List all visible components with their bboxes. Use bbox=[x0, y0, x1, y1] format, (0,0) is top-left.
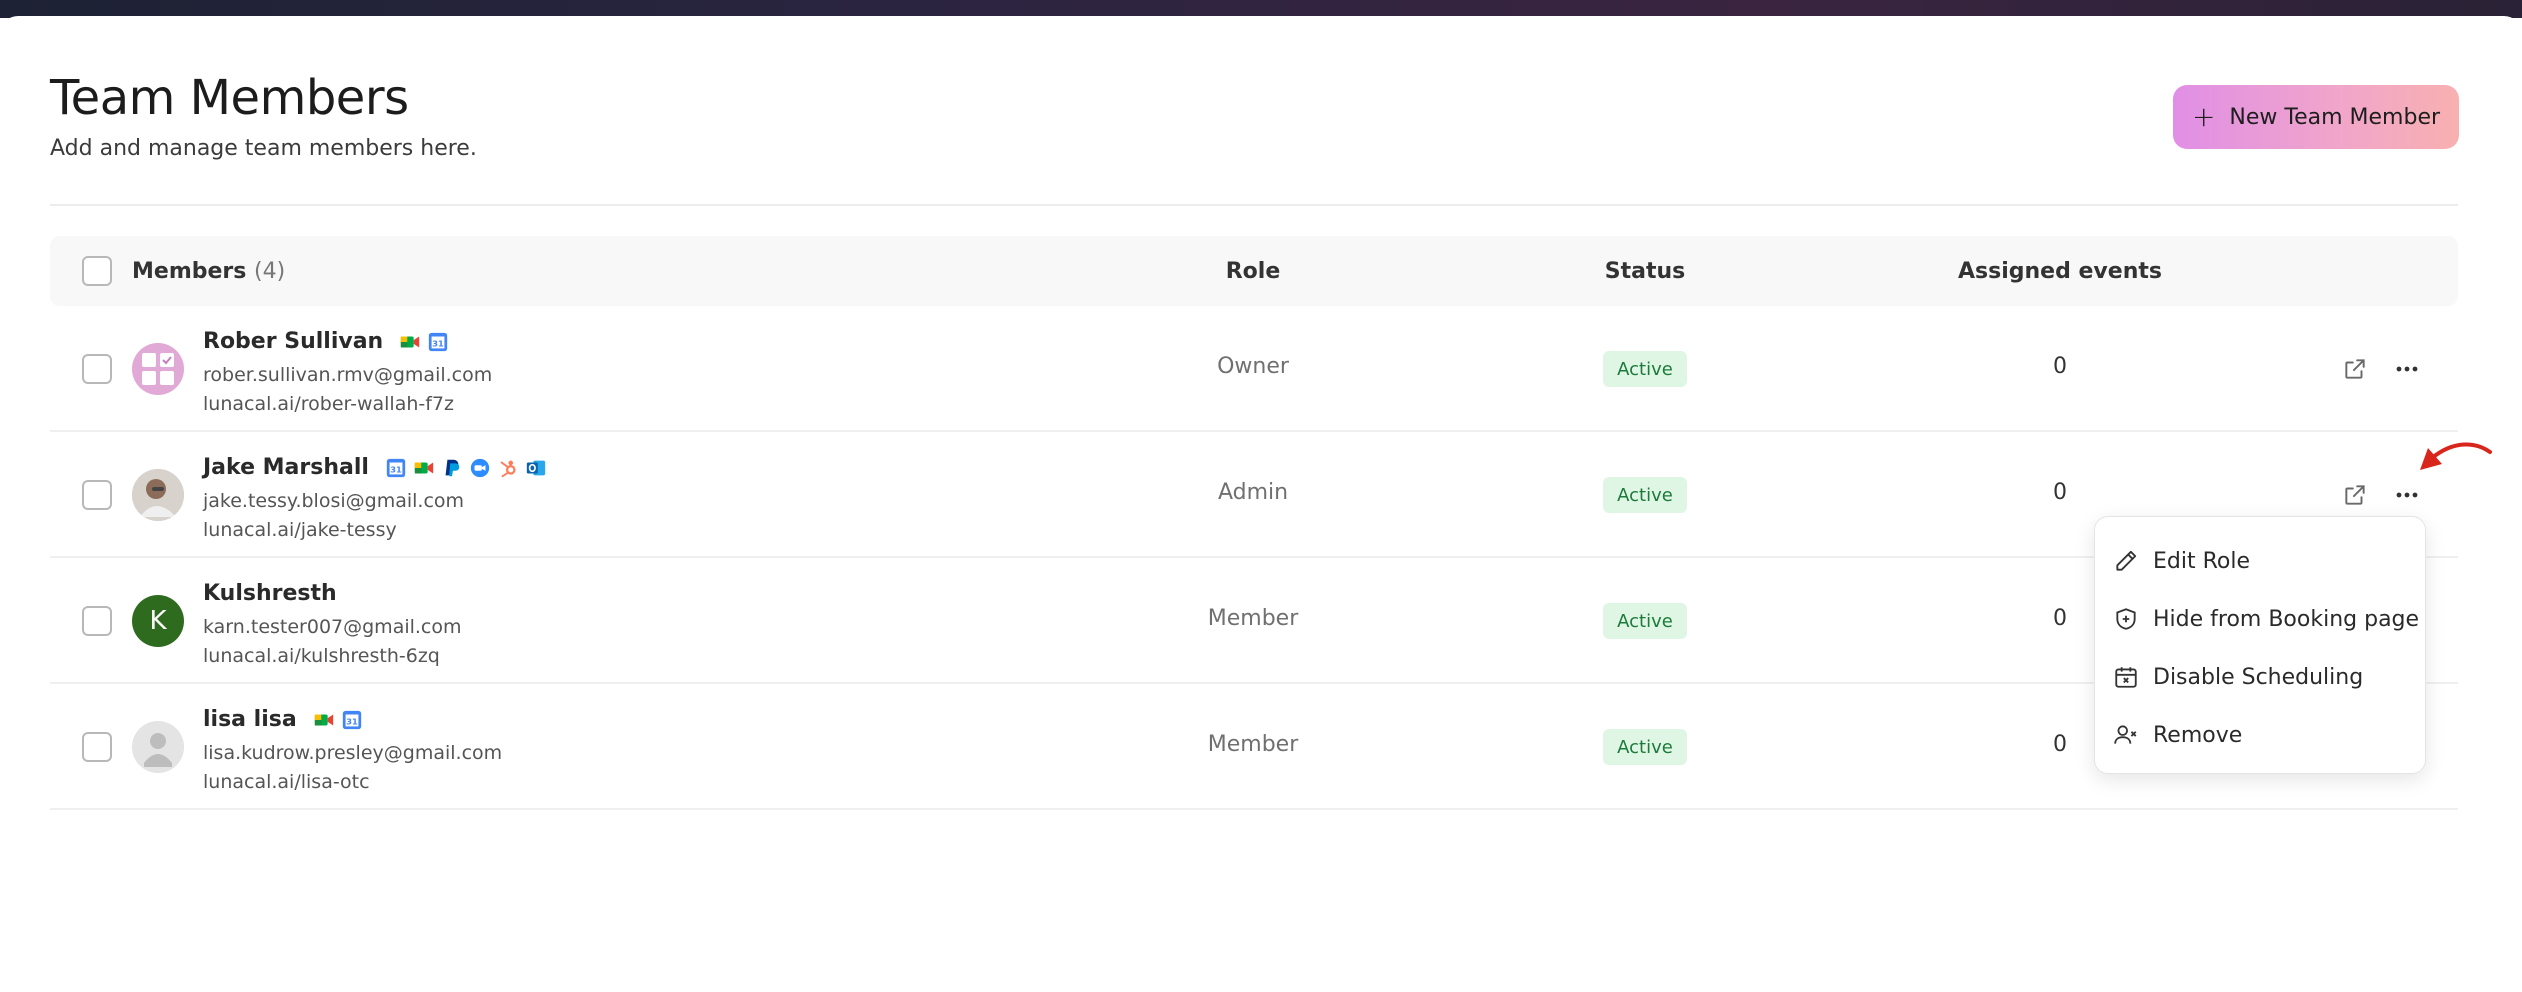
avatar bbox=[132, 469, 184, 521]
page-subtitle: Add and manage team members here. bbox=[50, 136, 477, 161]
avatar: K bbox=[132, 595, 184, 647]
member-booking-link[interactable]: lunacal.ai/lisa-otc bbox=[203, 771, 370, 793]
hubspot-icon bbox=[500, 460, 516, 477]
member-name: lisa lisa 31 bbox=[203, 707, 363, 732]
menu-item-label: Remove bbox=[2153, 722, 2243, 748]
member-actions-menu: Edit Role Hide from Booking page Disable… bbox=[2094, 516, 2426, 774]
member-role: Member bbox=[1207, 732, 1299, 757]
member-role: Member bbox=[1207, 606, 1299, 631]
status-badge: Active bbox=[1603, 603, 1687, 639]
shield-plus-icon bbox=[2116, 608, 2136, 630]
google-meet-icon bbox=[414, 462, 434, 473]
menu-item-label: Disable Scheduling bbox=[2153, 664, 2364, 690]
row-checkbox[interactable] bbox=[82, 732, 112, 762]
menu-item-edit-role[interactable]: Edit Role bbox=[2113, 541, 2250, 581]
role-column-header: Role bbox=[1225, 259, 1281, 284]
member-name: Rober Sullivan 31 bbox=[203, 329, 449, 354]
member-name: Kulshresth bbox=[203, 581, 337, 606]
row-checkbox[interactable] bbox=[82, 606, 112, 636]
plus-icon: + bbox=[2191, 100, 2216, 133]
status-badge: Active bbox=[1603, 477, 1687, 513]
menu-item-label: Hide from Booking page bbox=[2153, 606, 2420, 632]
members-count: (4) bbox=[254, 259, 286, 284]
user-photo-icon bbox=[132, 469, 184, 521]
calendar-x-icon bbox=[2115, 667, 2137, 688]
member-name-text: Jake Marshall bbox=[203, 455, 369, 480]
svg-text:31: 31 bbox=[346, 716, 358, 726]
google-calendar-icon: 31 bbox=[429, 332, 448, 351]
external-link-icon[interactable] bbox=[2342, 482, 2368, 508]
member-role: Admin bbox=[1217, 480, 1289, 505]
pencil-icon bbox=[2116, 550, 2137, 571]
avatar bbox=[132, 343, 184, 395]
logo-grid-icon bbox=[132, 343, 184, 395]
assigned-events-column-header: Assigned events bbox=[1958, 259, 2162, 284]
google-calendar-icon: 31 bbox=[342, 710, 361, 729]
row-checkbox[interactable] bbox=[82, 354, 112, 384]
status-column-header: Status bbox=[1604, 259, 1686, 284]
table-row: Rober Sullivan 31 rober.sullivan.rmv@gma… bbox=[50, 306, 2458, 432]
member-email: lisa.kudrow.presley@gmail.com bbox=[203, 742, 503, 764]
external-link-icon[interactable] bbox=[2342, 356, 2368, 382]
member-name: Jake Marshall 31 bbox=[203, 455, 547, 480]
avatar bbox=[132, 721, 184, 773]
outlook-icon bbox=[526, 460, 546, 475]
assigned-events-count: 0 bbox=[2053, 354, 2067, 379]
new-team-member-label: New Team Member bbox=[2229, 104, 2441, 130]
paypal-icon bbox=[445, 459, 460, 476]
svg-text:31: 31 bbox=[432, 338, 444, 348]
google-meet-icon bbox=[314, 714, 333, 725]
members-column-header: Members (4) bbox=[132, 259, 285, 284]
member-name-text: Rober Sullivan bbox=[203, 329, 384, 354]
annotation-arrow-icon bbox=[2420, 442, 2492, 470]
member-role: Owner bbox=[1217, 354, 1289, 379]
default-user-icon bbox=[132, 721, 184, 773]
status-badge: Active bbox=[1603, 351, 1687, 387]
google-meet-icon bbox=[401, 336, 420, 347]
select-all-checkbox[interactable] bbox=[82, 256, 112, 286]
row-checkbox[interactable] bbox=[82, 480, 112, 510]
member-booking-link[interactable]: lunacal.ai/jake-tessy bbox=[203, 519, 397, 541]
more-horizontal-icon bbox=[2396, 492, 2418, 498]
page-title: Team Members bbox=[50, 70, 409, 126]
member-email: jake.tessy.blosi@gmail.com bbox=[203, 490, 465, 512]
member-name-text: Kulshresth bbox=[203, 581, 337, 606]
more-options-button[interactable] bbox=[2392, 482, 2422, 508]
google-calendar-icon: 31 bbox=[386, 458, 406, 477]
more-options-button[interactable] bbox=[2392, 356, 2422, 382]
member-email: rober.sullivan.rmv@gmail.com bbox=[203, 364, 493, 386]
member-booking-link[interactable]: lunacal.ai/rober-wallah-f7z bbox=[203, 393, 454, 415]
user-x-icon bbox=[2114, 725, 2137, 744]
member-booking-link[interactable]: lunacal.ai/kulshresth-6zq bbox=[203, 645, 440, 667]
assigned-events-count: 0 bbox=[2053, 480, 2067, 505]
more-horizontal-icon bbox=[2396, 366, 2418, 372]
new-team-member-button[interactable]: + New Team Member bbox=[2173, 85, 2459, 149]
menu-item-remove[interactable]: Remove bbox=[2113, 715, 2242, 755]
menu-item-hide-from-booking[interactable]: Hide from Booking page bbox=[2113, 599, 2419, 639]
header-divider bbox=[50, 204, 2458, 206]
status-badge: Active bbox=[1603, 729, 1687, 765]
menu-item-label: Edit Role bbox=[2153, 548, 2251, 574]
svg-text:31: 31 bbox=[390, 464, 402, 474]
zoom-icon bbox=[470, 458, 490, 477]
member-name-text: lisa lisa bbox=[203, 707, 297, 732]
member-email: karn.tester007@gmail.com bbox=[203, 616, 462, 638]
table-header: Members (4) Role Status Assigned events bbox=[50, 236, 2458, 306]
menu-item-disable-scheduling[interactable]: Disable Scheduling bbox=[2113, 657, 2363, 697]
members-header-label: Members bbox=[132, 259, 247, 284]
